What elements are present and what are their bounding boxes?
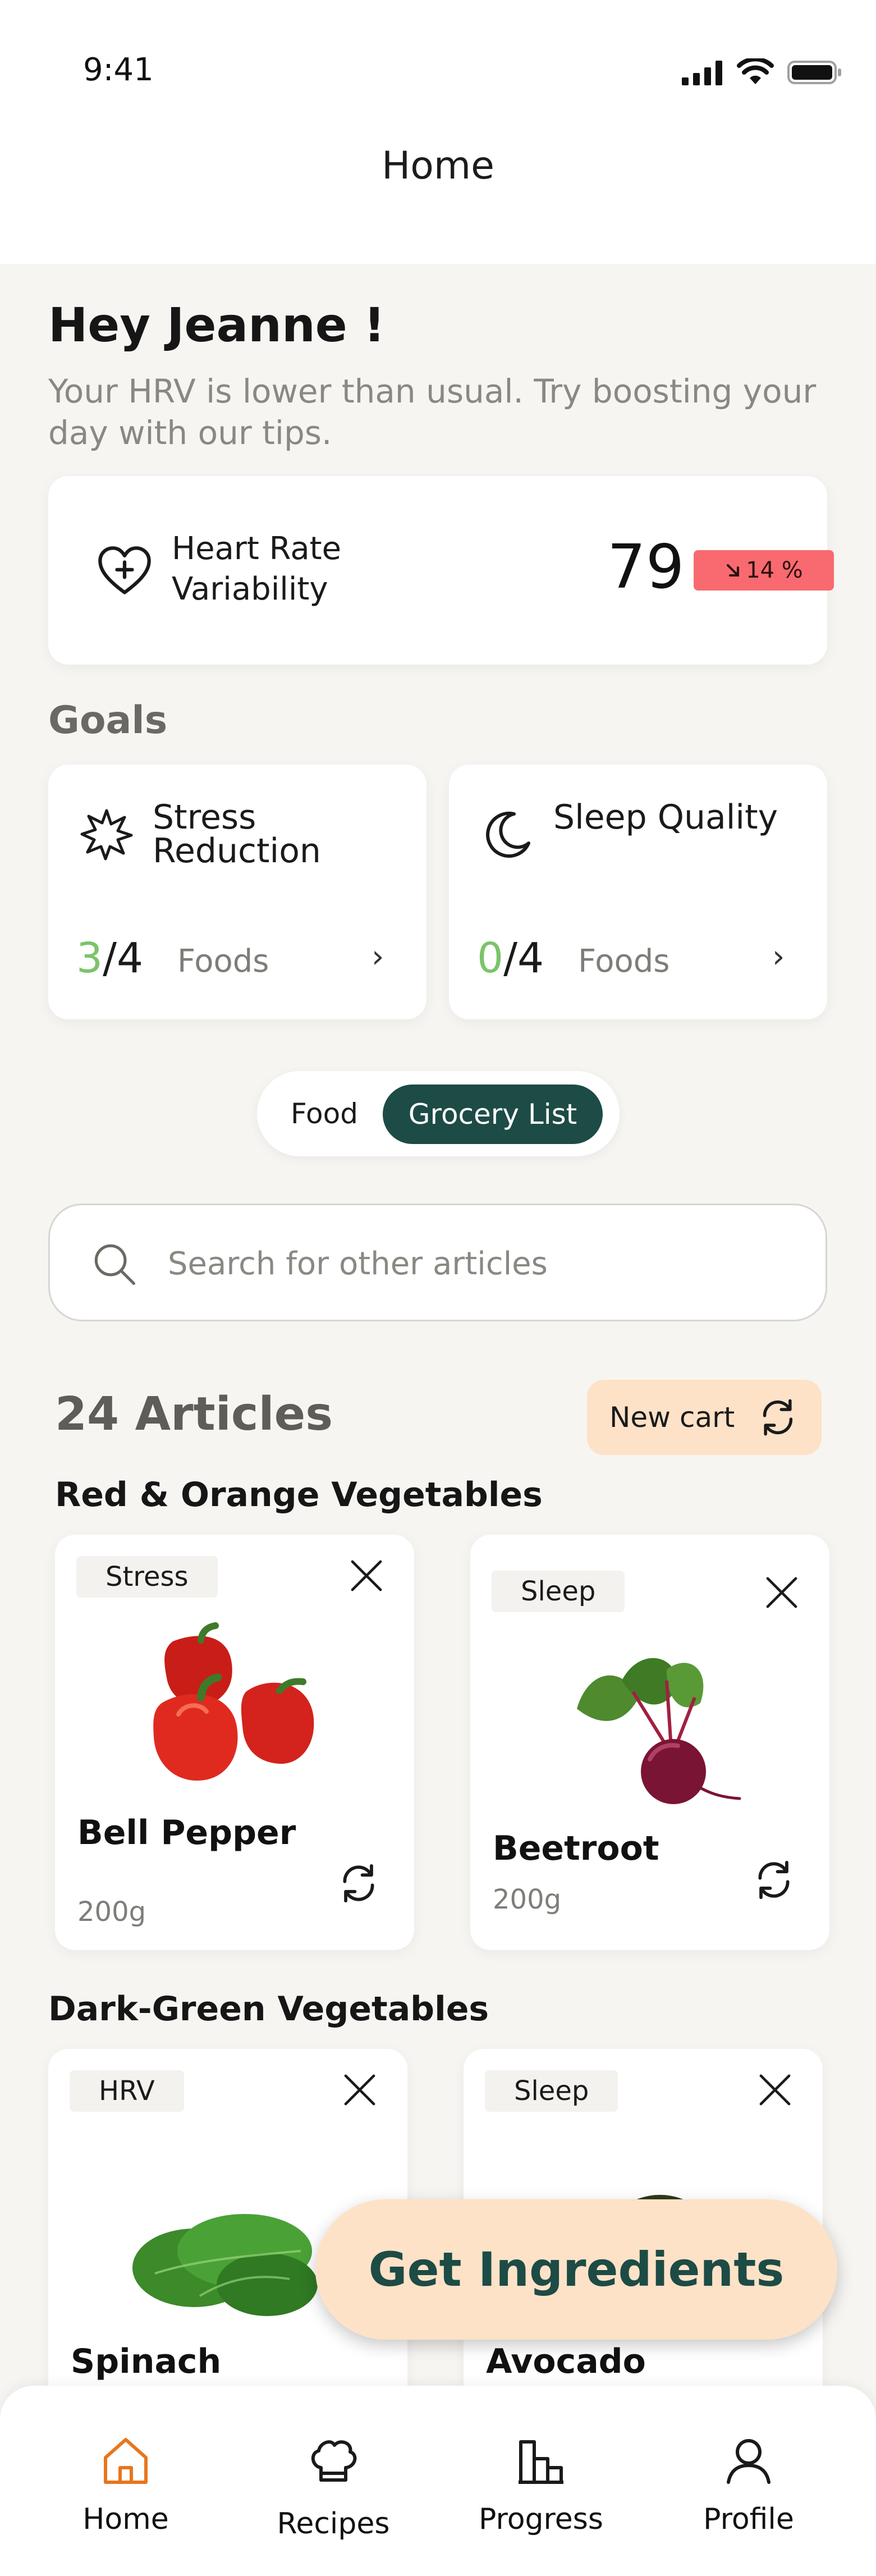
item-tag: Sleep — [492, 1571, 625, 1612]
goal-card-stress[interactable]: Stress Reduction 3/4 Foods › — [48, 765, 426, 1019]
tab-label: Progress — [479, 2502, 603, 2536]
category-title: Red & Orange Vegetables — [55, 1475, 543, 1515]
goal-name: Stress Reduction — [153, 798, 321, 871]
chef-hat-icon — [311, 2440, 357, 2482]
new-cart-label: New cart — [609, 1401, 735, 1434]
status-time: 9:41 — [83, 52, 154, 88]
toggle-grocery-list[interactable]: Grocery List — [383, 1085, 603, 1144]
tab-label: Profile — [703, 2502, 794, 2536]
goal-unit: Foods — [177, 943, 269, 980]
get-ingredients-button[interactable]: Get Ingredients — [315, 2199, 837, 2340]
goal-progress: 0/4 — [477, 934, 544, 982]
item-card-bell-pepper[interactable]: Stress Bell Pepper 200g — [55, 1535, 414, 1950]
articles-count: 24 Articles — [55, 1388, 333, 1441]
goal-done: 0 — [477, 934, 504, 982]
item-tag: HRV — [70, 2070, 184, 2112]
close-icon[interactable] — [348, 1557, 385, 1594]
user-icon — [727, 2439, 770, 2484]
close-icon[interactable] — [756, 2071, 794, 2108]
close-icon[interactable] — [763, 1574, 800, 1611]
greeting-subtitle: Your HRV is lower than usual. Try boosti… — [48, 372, 817, 452]
item-tag: Sleep — [485, 2070, 618, 2112]
goal-total: /4 — [503, 934, 544, 982]
search-bar[interactable] — [48, 1204, 827, 1321]
battery-icon — [787, 61, 841, 84]
tab-profile[interactable]: Profile — [681, 2433, 816, 2536]
stress-burst-icon — [80, 809, 133, 861]
beetroot-image — [577, 1658, 741, 1804]
toggle-food[interactable]: Food — [274, 1093, 375, 1134]
tab-home[interactable]: Home — [58, 2433, 193, 2536]
item-name: Spinach — [71, 2342, 222, 2381]
close-icon[interactable] — [341, 2071, 378, 2108]
search-icon — [94, 1244, 135, 1285]
wifi-icon — [737, 58, 774, 84]
status-icons — [682, 58, 842, 85]
refresh-icon[interactable] — [751, 1857, 797, 1903]
item-weight: 200g — [77, 1896, 146, 1928]
signal-icon — [682, 61, 722, 85]
goal-unit: Foods — [578, 943, 670, 980]
hrv-label: Heart Rate Variability — [172, 530, 342, 607]
hrv-card[interactable]: Heart Rate Variability 79 14 % — [48, 476, 834, 665]
goal-done: 3 — [76, 934, 103, 982]
refresh-icon[interactable] — [336, 1860, 382, 1906]
item-card-beetroot[interactable]: Sleep Beetroot 200g — [470, 1535, 829, 1950]
new-cart-button[interactable]: New cart — [587, 1380, 822, 1455]
hrv-change-value: 14 % — [746, 557, 803, 583]
goal-progress: 3/4 — [76, 934, 143, 982]
tab-label: Home — [82, 2502, 169, 2536]
goal-total: /4 — [103, 934, 144, 982]
item-name: Bell Pepper — [77, 1813, 296, 1852]
bar-chart-icon — [519, 2440, 563, 2484]
tab-progress[interactable]: Progress — [474, 2433, 608, 2536]
bell-pepper-image — [153, 1622, 314, 1781]
search-input[interactable] — [168, 1241, 785, 1286]
heart-plus-icon — [98, 546, 151, 594]
spinach-image — [132, 2214, 318, 2316]
hrv-change-badge: 14 % — [694, 550, 834, 591]
food-grocery-toggle: Food Grocery List — [257, 1071, 620, 1156]
moon-icon — [486, 811, 530, 858]
nav-header: Home — [0, 135, 876, 264]
chevron-right-icon: › — [772, 939, 785, 975]
item-weight: 200g — [493, 1884, 562, 1915]
category-title: Dark-Green Vegetables — [48, 1989, 489, 2029]
page-title: Home — [382, 143, 494, 188]
status-bar: 9:41 — [0, 0, 876, 135]
chevron-right-icon: › — [372, 939, 384, 975]
tab-label: Recipes — [277, 2507, 390, 2541]
item-name: Beetroot — [493, 1829, 659, 1868]
goal-name: Sleep Quality — [553, 798, 778, 837]
item-name: Avocado — [486, 2342, 646, 2381]
refresh-icon — [763, 1399, 793, 1436]
hrv-value: 79 — [607, 532, 685, 602]
arrow-down-right-icon — [727, 564, 740, 576]
tab-recipes[interactable]: Recipes — [266, 2433, 401, 2541]
item-tag: Stress — [76, 1556, 218, 1598]
goals-title: Goals — [48, 698, 168, 743]
tab-bar: Home Recipes Progress Profile — [0, 2386, 876, 2576]
greeting-title: Hey Jeanne ! — [48, 298, 386, 353]
home-icon — [104, 2438, 148, 2484]
goal-card-sleep[interactable]: Sleep Quality 0/4 Foods › — [449, 765, 827, 1019]
